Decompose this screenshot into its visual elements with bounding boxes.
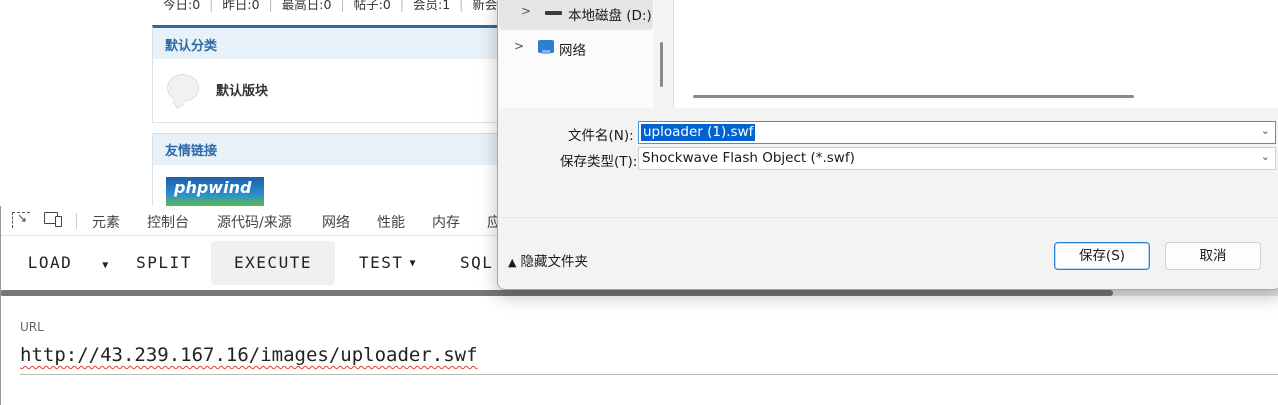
execute-button-label: EXECUTE bbox=[234, 253, 312, 272]
stat-posts: 帖子:0 bbox=[353, 0, 391, 12]
split-button-label: SPLIT bbox=[136, 253, 192, 272]
phpwind-logo[interactable]: phpwind bbox=[166, 177, 264, 206]
stat-today: 今日:0 bbox=[163, 0, 201, 12]
nav-item-label: 网络 bbox=[559, 43, 586, 59]
tab-elements[interactable]: 元素 bbox=[92, 212, 120, 232]
category-header: 默认分类 bbox=[152, 25, 498, 59]
board-bubble-icon bbox=[167, 74, 199, 102]
cancel-button[interactable]: 取消 bbox=[1165, 242, 1261, 270]
save-button[interactable]: 保存(S) bbox=[1054, 242, 1150, 270]
save-as-dialog: > 本地磁盘 (D:) > 网络 文件名(N): uploader (1).sw… bbox=[497, 0, 1278, 290]
test-button-label: TEST bbox=[358, 253, 404, 272]
forum-stats: 今日:0| 昨日:0| 最高日:0| 帖子:0| 会员:1| 新会员:a bbox=[163, 0, 526, 13]
load-dropdown-button[interactable]: ▼ bbox=[94, 241, 118, 285]
phpwind-logo-text: phpwind bbox=[174, 178, 252, 197]
tab-network[interactable]: 网络 bbox=[322, 212, 350, 232]
filename-value: uploader (1).swf bbox=[641, 124, 756, 141]
caret-down-icon: ▼ bbox=[409, 258, 418, 269]
nav-scrollbar[interactable] bbox=[660, 42, 663, 87]
drive-icon bbox=[545, 11, 562, 15]
screen: 今日:0| 昨日:0| 最高日:0| 帖子:0| 会员:1| 新会员:a 默认分… bbox=[0, 0, 1278, 405]
caret-down-icon: ▼ bbox=[102, 260, 110, 271]
caret-up-icon: ▲ bbox=[508, 256, 517, 269]
sql-button-label: SQL bbox=[460, 253, 494, 272]
chevron-down-icon[interactable]: ⌄ bbox=[1261, 150, 1270, 163]
url-underline bbox=[20, 374, 1278, 375]
category-title[interactable]: 默认分类 bbox=[165, 35, 217, 54]
filename-label: 文件名(N): bbox=[568, 128, 634, 144]
links-title: 友情链接 bbox=[165, 144, 218, 159]
navigation-pane: > 本地磁盘 (D:) > 网络 bbox=[499, 0, 663, 108]
filetype-label: 保存类型(T): bbox=[560, 154, 638, 170]
filetype-select[interactable]: Shockwave Flash Object (*.swf) ⌄ bbox=[638, 147, 1276, 170]
board-name[interactable]: 默认版块 bbox=[216, 80, 268, 99]
links-header: 友情链接 bbox=[152, 133, 498, 165]
tab-sources[interactable]: 源代码/来源 bbox=[217, 212, 292, 232]
split-button[interactable]: SPLIT bbox=[128, 241, 200, 285]
devtools-divider bbox=[76, 213, 77, 229]
filename-input[interactable]: uploader (1).swf ⌄ bbox=[638, 121, 1276, 144]
window-edge bbox=[0, 206, 1, 405]
nav-item-network[interactable]: > 网络 bbox=[499, 31, 653, 65]
url-label: URL bbox=[20, 320, 44, 334]
hide-folders-toggle[interactable]: ▲ 隐藏文件夹 bbox=[508, 250, 588, 270]
load-button-label: LOAD bbox=[27, 253, 73, 272]
load-button[interactable]: LOAD bbox=[18, 241, 82, 285]
tab-memory[interactable]: 内存 bbox=[432, 212, 460, 232]
chevron-right-icon[interactable]: > bbox=[521, 4, 531, 18]
dialog-footer-divider bbox=[498, 217, 1278, 218]
hide-folders-label: 隐藏文件夹 bbox=[520, 254, 588, 270]
url-input[interactable]: http://43.239.167.16/images/uploader.swf bbox=[20, 344, 478, 366]
links-body: phpwind bbox=[152, 165, 498, 206]
stat-max-day: 最高日:0 bbox=[281, 0, 332, 12]
tab-console[interactable]: 控制台 bbox=[147, 212, 189, 232]
horizontal-scrollbar[interactable] bbox=[0, 290, 1278, 296]
scrollbar-thumb[interactable] bbox=[0, 290, 1113, 296]
execute-button[interactable]: EXECUTE bbox=[211, 241, 335, 285]
inspect-element-icon[interactable] bbox=[12, 211, 30, 228]
board-row: 默认版块 bbox=[152, 59, 498, 123]
stat-yesterday: 昨日:0 bbox=[222, 0, 260, 12]
device-toolbar-icon[interactable] bbox=[44, 212, 62, 228]
nav-item-label: 本地磁盘 (D:) bbox=[568, 8, 652, 24]
save-button-label: 保存(S) bbox=[1078, 248, 1126, 264]
test-button[interactable]: TEST ▼ bbox=[346, 241, 430, 285]
file-list-pane bbox=[674, 0, 1278, 108]
tab-performance[interactable]: 性能 bbox=[377, 212, 405, 232]
cancel-button-label: 取消 bbox=[1199, 248, 1227, 264]
nav-item-local-disk-d[interactable]: > 本地磁盘 (D:) bbox=[499, 0, 653, 30]
stat-members: 会员:1 bbox=[413, 0, 451, 12]
file-list-scrollbar[interactable] bbox=[693, 95, 1134, 98]
filetype-value: Shockwave Flash Object (*.swf) bbox=[642, 150, 855, 166]
network-icon bbox=[538, 40, 554, 54]
chevron-right-icon[interactable]: > bbox=[514, 39, 524, 53]
chevron-down-icon[interactable]: ⌄ bbox=[1261, 124, 1270, 137]
